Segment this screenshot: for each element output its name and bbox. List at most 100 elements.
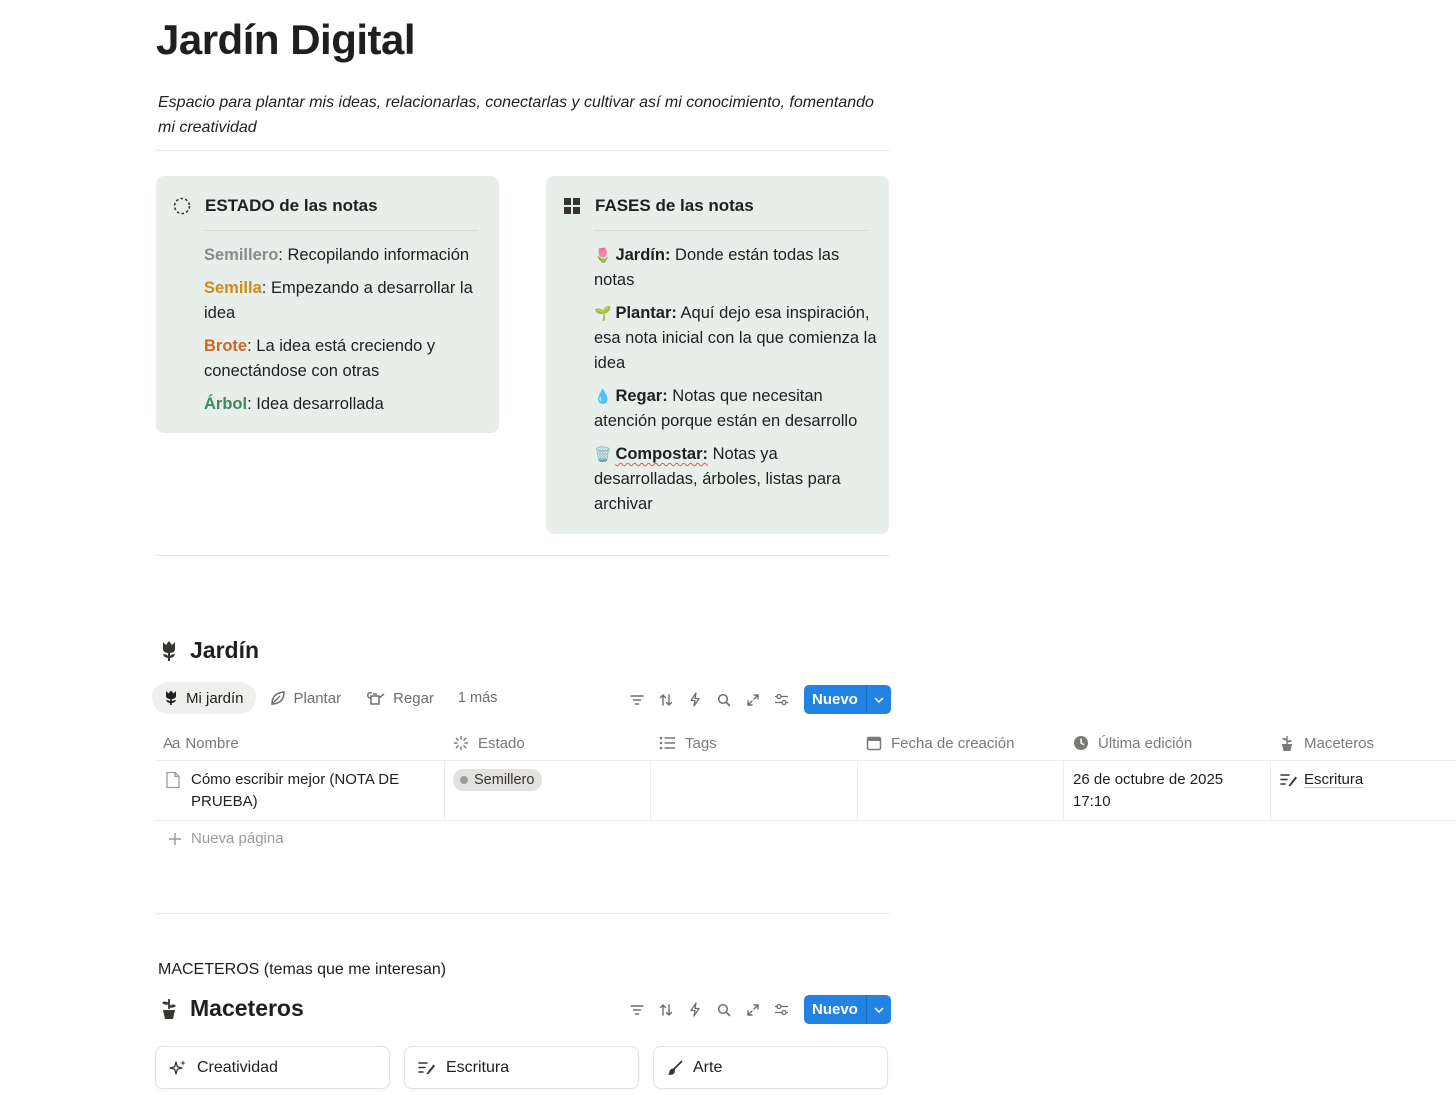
watering-can-icon	[367, 691, 385, 705]
status-icon	[453, 735, 469, 751]
automation-icon[interactable]	[680, 686, 709, 714]
jardin-db-title[interactable]: Jardín	[160, 637, 259, 664]
estado-item-semilla: Semilla: Empezando a desarrollar la idea	[204, 279, 473, 322]
table-header-border	[156, 760, 1456, 761]
new-button-label[interactable]: Nuevo	[804, 685, 866, 714]
plus-icon	[169, 832, 181, 845]
fases-list: 🌷 Jardín: Donde están todas las notas 🌱 Pl…	[594, 243, 879, 517]
paintbrush-icon	[668, 1060, 683, 1075]
maceteros-db-title[interactable]: Maceteros	[160, 995, 304, 1022]
divider	[156, 150, 889, 151]
search-icon[interactable]	[709, 996, 738, 1024]
jardin-new-button[interactable]: Nuevo	[804, 685, 891, 714]
estado-callout: ESTADO de las notas Semillero: Recopilan…	[156, 176, 499, 433]
estado-callout-header: ESTADO de las notas	[172, 196, 378, 216]
col-ultima-edicion[interactable]: Última edición	[1073, 730, 1192, 756]
tab-plantar[interactable]: Plantar	[258, 682, 354, 714]
writing-icon	[418, 1061, 435, 1074]
divider	[156, 913, 889, 914]
page-icon	[166, 771, 180, 789]
estado-callout-title: ESTADO de las notas	[205, 196, 378, 215]
leaf-icon	[270, 691, 285, 705]
sort-icon[interactable]	[651, 996, 680, 1024]
callout-divider	[204, 230, 478, 231]
maceteros-toolbar: Nuevo	[622, 995, 891, 1024]
tab-regar[interactable]: Regar	[355, 682, 446, 714]
col-fecha-creacion[interactable]: Fecha de creación	[866, 730, 1014, 756]
row-estado[interactable]: Semillero	[453, 769, 543, 791]
page-title: Jardín Digital	[156, 16, 416, 63]
droplet-icon: 💧	[594, 388, 612, 404]
estado-item-brote: Brote: La idea está creciendo y conectán…	[204, 337, 436, 380]
column-divider	[444, 761, 445, 820]
new-page-row[interactable]: Nueva página	[168, 830, 284, 847]
settings-sliders-icon[interactable]	[767, 996, 796, 1024]
sparkles-icon	[169, 1059, 186, 1075]
table-row[interactable]: Cómo escribir mejor (NOTA DE PRUEBA)	[163, 769, 438, 813]
trash-icon: 🗑️	[594, 446, 612, 462]
potted-plant-icon	[160, 998, 178, 1020]
status-badge: Semillero	[453, 769, 543, 791]
fase-item-jardin: 🌷 Jardín: Donde están todas las notas	[594, 246, 840, 289]
jardin-tabs: Mi jardín Plantar Regar 1 más	[152, 682, 509, 714]
table-row-border	[156, 820, 1456, 821]
dashed-circle-icon	[172, 196, 192, 216]
macetero-card-arte[interactable]: Arte	[653, 1046, 888, 1089]
column-divider	[1270, 761, 1271, 820]
expand-icon[interactable]	[738, 686, 767, 714]
settings-sliders-icon[interactable]	[767, 686, 796, 714]
new-button-label[interactable]: Nuevo	[804, 995, 866, 1024]
macetero-card-creatividad[interactable]: Creatividad	[155, 1046, 390, 1089]
automation-icon[interactable]	[680, 996, 709, 1024]
clock-icon	[1074, 736, 1088, 750]
row-ultima-edicion: 26 de octubre de 2025 17:10	[1073, 771, 1224, 810]
estado-item-arbol: Árbol: Idea desarrollada	[204, 395, 384, 413]
page-subtitle: Espacio para plantar mis ideas, relacion…	[158, 94, 874, 136]
search-icon[interactable]	[709, 686, 738, 714]
tulip-icon: 🌷	[594, 247, 612, 263]
expand-icon[interactable]	[738, 996, 767, 1024]
tulip-icon	[160, 640, 178, 662]
column-divider	[857, 761, 858, 820]
fases-callout-title: FASES de las notas	[595, 196, 754, 215]
potted-plant-icon	[1282, 735, 1292, 751]
sort-icon[interactable]	[651, 686, 680, 714]
column-divider	[1063, 761, 1064, 820]
estado-item-semillero: Semillero: Recopilando información	[204, 246, 470, 264]
callout-divider	[594, 230, 868, 231]
status-dot	[460, 776, 468, 784]
maceteros-db-title-text: Maceteros	[190, 995, 304, 1021]
grid-icon	[562, 196, 582, 216]
col-tags[interactable]: Tags	[659, 730, 717, 756]
chevron-down-icon[interactable]	[865, 995, 891, 1024]
jardin-db-title-text: Jardín	[190, 637, 260, 663]
filter-icon[interactable]	[622, 686, 651, 714]
fases-callout-header: FASES de las notas	[562, 196, 754, 216]
col-maceteros[interactable]: Maceteros	[1279, 730, 1374, 756]
col-nombre[interactable]: Aa Nombre	[163, 730, 239, 756]
row-macetero-link[interactable]: Escritura	[1280, 769, 1363, 791]
writing-icon	[1280, 774, 1297, 787]
estado-list: Semillero: Recopilando información Semil…	[204, 243, 489, 417]
row-nombre[interactable]: Cómo escribir mejor (NOTA DE PRUEBA)	[191, 769, 421, 813]
fase-item-compostar: 🗑️ Compostar: Notas ya desarrolladas, árb…	[594, 445, 841, 513]
jardin-toolbar: Nuevo	[622, 685, 891, 714]
calendar-icon	[866, 736, 882, 751]
filter-icon[interactable]	[622, 996, 651, 1024]
tab-more[interactable]: 1 más	[446, 682, 510, 714]
col-estado[interactable]: Estado	[453, 730, 525, 756]
seedling-icon: 🌱	[594, 305, 612, 321]
fase-item-plantar: 🌱 Plantar: Aquí dejo esa inspiración, esa…	[594, 304, 877, 372]
tulip-icon	[166, 690, 176, 705]
fases-callout: FASES de las notas 🌷 Jardín: Donde están …	[546, 176, 889, 534]
maceteros-new-button[interactable]: Nuevo	[804, 995, 891, 1024]
divider	[156, 555, 889, 556]
fase-item-regar: 💧 Regar: Notas que necesitan atención por…	[594, 387, 858, 430]
list-icon	[659, 736, 675, 750]
tab-mi-jardin[interactable]: Mi jardín	[152, 682, 256, 714]
maceteros-caption: MACETEROS (temas que me interesan)	[158, 961, 447, 978]
chevron-down-icon[interactable]	[865, 685, 891, 714]
column-divider	[650, 761, 651, 820]
text-property-icon: Aa	[163, 734, 180, 752]
macetero-card-escritura[interactable]: Escritura	[404, 1046, 639, 1089]
